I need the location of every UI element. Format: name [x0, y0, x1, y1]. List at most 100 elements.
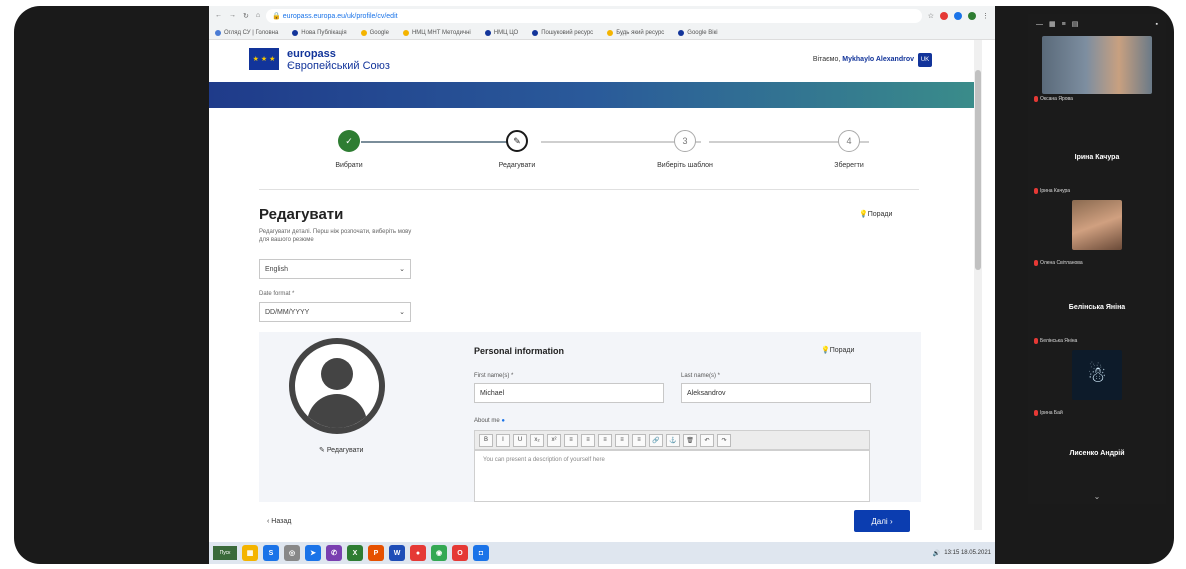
- chrome-alt-icon[interactable]: ◎: [284, 545, 300, 561]
- next-button[interactable]: Далі ›: [854, 510, 910, 532]
- language-label: Редагувати деталі. Перш ніж розпочати, в…: [259, 229, 412, 243]
- page-title: Редагувати: [259, 206, 344, 223]
- superscript-button[interactable]: x²: [547, 433, 561, 447]
- first-name-input[interactable]: Michael: [474, 383, 664, 403]
- menu-icon[interactable]: ⋮: [982, 12, 989, 20]
- star-icon[interactable]: ☆: [928, 12, 934, 20]
- europass-logo[interactable]: europass Європейський Союз: [287, 48, 390, 72]
- bookmark-item[interactable]: Будь який ресурс: [607, 29, 664, 36]
- reload-icon[interactable]: ↻: [243, 12, 249, 20]
- link-icon[interactable]: 🔗: [649, 433, 663, 447]
- grid-icon[interactable]: ▦: [1049, 20, 1056, 28]
- excel-icon[interactable]: X: [347, 545, 363, 561]
- step-template[interactable]: 3 Виберіть шаблон: [625, 130, 745, 169]
- opera-icon[interactable]: O: [452, 545, 468, 561]
- extension-icon[interactable]: [940, 12, 948, 20]
- chevron-down-icon: ⌄: [399, 266, 405, 273]
- align-center-button[interactable]: ≡: [598, 433, 612, 447]
- edit-photo-link[interactable]: ✎ Редагувати: [319, 446, 363, 454]
- italic-button[interactable]: I: [496, 433, 510, 447]
- bookmarks-bar: Огляд СУ | Головна Нова Публікація Googl…: [209, 26, 995, 40]
- about-me-editor[interactable]: You can present a description of yoursel…: [474, 450, 870, 502]
- word-icon[interactable]: W: [389, 545, 405, 561]
- participant-tile[interactable]: Олена Світланова: [1028, 198, 1166, 270]
- back-link[interactable]: ‹ Назад: [267, 518, 291, 525]
- lightbulb-icon: 💡: [821, 347, 830, 354]
- bookmark-item[interactable]: Пошуковий ресурс: [532, 29, 593, 36]
- section-divider: [259, 189, 919, 190]
- subscript-button[interactable]: x₂: [530, 433, 544, 447]
- participant-tile[interactable]: Лисенко Андрій: [1028, 422, 1166, 494]
- list-icon[interactable]: ≡: [1062, 21, 1066, 28]
- extension-icon[interactable]: [954, 12, 962, 20]
- minimize-icon[interactable]: —: [1036, 21, 1043, 28]
- bookmark-item[interactable]: Google: [360, 29, 389, 36]
- help-link[interactable]: 💡Поради: [859, 210, 892, 218]
- viber-icon[interactable]: ✆: [326, 545, 342, 561]
- page-scrollbar[interactable]: [974, 40, 982, 530]
- participant-tile[interactable]: Ірина Качура Ірина Качура: [1028, 126, 1166, 198]
- last-name-input[interactable]: Aleksandrov: [681, 383, 871, 403]
- step-number: 4: [838, 130, 860, 152]
- step-choose[interactable]: ✓ Вибрати: [289, 130, 409, 169]
- redo-icon[interactable]: ↷: [717, 433, 731, 447]
- panel-toolbar: — ▦ ≡ ▤ ▪: [1028, 14, 1166, 34]
- chrome-icon[interactable]: ◉: [431, 545, 447, 561]
- bookmark-item[interactable]: Google Вікі: [678, 29, 718, 36]
- chevron-down-icon[interactable]: ⌄: [1028, 492, 1166, 501]
- bookmark-item[interactable]: НМЦ МНТ Методичні: [402, 29, 471, 36]
- undo-icon[interactable]: ↶: [700, 433, 714, 447]
- app-icon[interactable]: ●: [410, 545, 426, 561]
- profile-icon[interactable]: [968, 12, 976, 20]
- lock-icon: 🔒: [272, 13, 283, 20]
- list-button[interactable]: ≡: [564, 433, 578, 447]
- help-link[interactable]: 💡Поради: [821, 346, 854, 354]
- participant-tile[interactable]: Белінська Яніна Белінська Яніна: [1028, 276, 1166, 348]
- participant-tile[interactable]: Оксана Ярова: [1028, 34, 1166, 106]
- align-left-button[interactable]: ≡: [581, 433, 595, 447]
- shared-screen: ← → ↻ ⌂ 🔒 europass.europa.eu/uk/profile/…: [209, 6, 995, 564]
- underline-button[interactable]: U: [513, 433, 527, 447]
- trash-icon[interactable]: 🗑: [683, 433, 697, 447]
- participant-video: [1072, 200, 1122, 250]
- europass-header: ★ ★ ★ europass Європейський Союз Вітаємо…: [209, 40, 974, 82]
- scrollbar-thumb[interactable]: [975, 70, 981, 270]
- home-icon[interactable]: ⌂: [256, 12, 260, 20]
- forward-icon[interactable]: →: [229, 12, 236, 20]
- pencil-icon: ✎: [506, 130, 528, 152]
- language-switch[interactable]: UK: [918, 53, 932, 67]
- anchor-icon[interactable]: ⚓: [666, 433, 680, 447]
- bold-button[interactable]: B: [479, 433, 493, 447]
- system-tray[interactable]: 🔊 13:15 18.05.2021: [933, 550, 991, 557]
- skype-icon[interactable]: S: [263, 545, 279, 561]
- bookmark-item[interactable]: Нова Публікація: [292, 29, 347, 36]
- chevron-down-icon: ⌄: [399, 309, 405, 316]
- bookmark-item[interactable]: Огляд СУ | Головна: [215, 29, 278, 36]
- address-bar[interactable]: 🔒 europass.europa.eu/uk/profile/cv/edit: [266, 9, 922, 23]
- step-edit[interactable]: ✎ Редагувати: [457, 130, 577, 169]
- speaker-icon: 🔊: [932, 550, 941, 557]
- user-greeting[interactable]: Вітаємо, Mykhaylo Alexandrov: [813, 56, 914, 63]
- telegram-icon[interactable]: ➤: [305, 545, 321, 561]
- participant-tile[interactable]: ☃ Ірина Бай: [1028, 348, 1166, 420]
- start-button[interactable]: Пуск: [213, 546, 237, 560]
- close-icon[interactable]: ▪: [1156, 21, 1158, 28]
- step-number: 3: [674, 130, 696, 152]
- powerpoint-icon[interactable]: P: [368, 545, 384, 561]
- zoom-icon[interactable]: ◘: [473, 545, 489, 561]
- mic-muted-icon: [1034, 188, 1038, 194]
- view-icon[interactable]: ▤: [1072, 20, 1079, 28]
- step-save[interactable]: 4 Зберегти: [789, 130, 909, 169]
- bookmark-item[interactable]: НМЦ ЦО: [484, 29, 518, 36]
- justify-button[interactable]: ≡: [632, 433, 646, 447]
- mic-muted-icon: [1034, 260, 1038, 266]
- align-right-button[interactable]: ≡: [615, 433, 629, 447]
- avatar-placeholder-icon[interactable]: [289, 338, 385, 434]
- back-icon[interactable]: ←: [215, 12, 222, 20]
- address-text: europass.europa.eu/uk/profile/cv/edit: [282, 12, 398, 20]
- info-icon[interactable]: ●: [501, 418, 505, 424]
- file-explorer-icon[interactable]: ▦: [242, 545, 258, 561]
- participant-avatar-icon: ☃: [1072, 350, 1122, 400]
- language-select[interactable]: English ⌄: [259, 259, 411, 279]
- date-format-select[interactable]: DD/MM/YYYY ⌄: [259, 302, 411, 322]
